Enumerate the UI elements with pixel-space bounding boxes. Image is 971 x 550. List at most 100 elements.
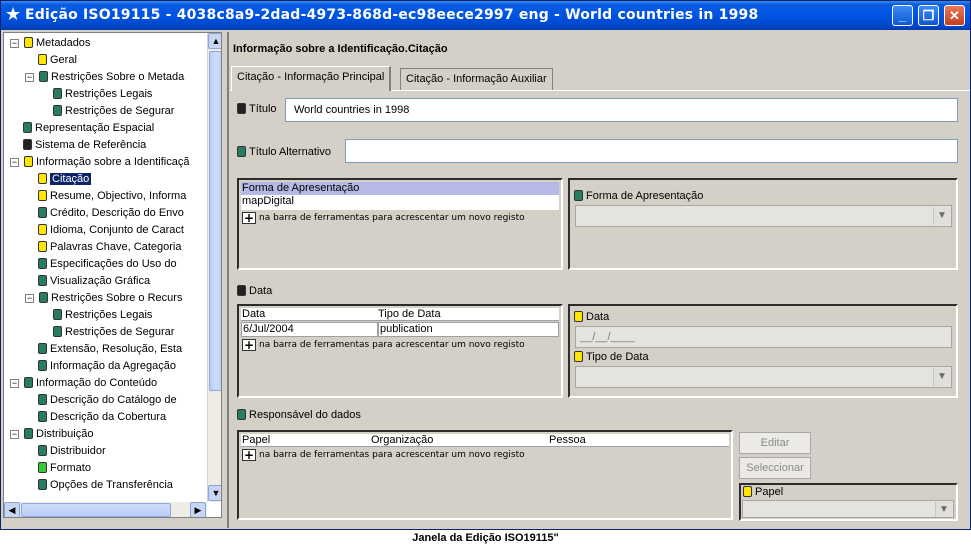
collapse-icon[interactable]: −	[25, 73, 34, 82]
node-status-icon	[38, 207, 47, 218]
tree-item[interactable]: Informação da Agregação	[38, 358, 176, 375]
tree-item-label: Representação Espacial	[35, 122, 155, 134]
tab-citacao-auxiliar[interactable]: Citação - Informação Auxiliar	[400, 68, 553, 90]
collapse-icon[interactable]: −	[25, 294, 34, 303]
tree-item-label: Formato	[50, 462, 91, 474]
responsavel-column-headers: Papel Organização Pessoa	[241, 434, 729, 447]
data-list[interactable]: Data Tipo de Data 6/Jul/2004 publication…	[237, 304, 563, 398]
tree-item-label: Distribuição	[36, 428, 94, 440]
tree-item[interactable]: Especificações do Uso do	[38, 256, 177, 273]
collapse-icon[interactable]: −	[10, 379, 19, 388]
node-status-icon	[39, 292, 48, 303]
forma-detail: Forma de Apresentação ▼	[568, 178, 958, 270]
tree-item[interactable]: − Restrições Sobre o Metada	[25, 69, 184, 86]
collapse-icon[interactable]: −	[10, 158, 19, 167]
optional-icon	[237, 146, 246, 157]
tree-item-label: Restrições Sobre o Metada	[51, 71, 185, 83]
node-status-icon	[53, 88, 62, 99]
papel-select[interactable]: ▼	[742, 500, 954, 518]
tree-item[interactable]: Restrições Legais	[53, 307, 152, 324]
node-status-icon	[24, 428, 33, 439]
scroll-left-icon[interactable]: ◀	[4, 502, 20, 517]
tree-item[interactable]: − Restrições Sobre o Recurs	[25, 290, 182, 307]
tree-item[interactable]: Resume, Objectivo, Informa	[38, 188, 186, 205]
tree-item[interactable]: Restrições de Segurar	[53, 324, 174, 341]
forma-select[interactable]: ▼	[575, 205, 952, 227]
tree-item[interactable]: − Distribuição	[10, 426, 93, 443]
titulo-input[interactable]: World countries in 1998	[285, 98, 958, 122]
tree-item[interactable]: Extensão, Resolução, Esta	[38, 341, 182, 358]
close-button[interactable]: ✕	[944, 5, 965, 26]
maximize-button[interactable]: ❐	[918, 5, 939, 26]
tree-item[interactable]: Crédito, Descrição do Envo	[38, 205, 184, 222]
node-status-icon	[38, 462, 47, 473]
tree-item[interactable]: Idioma, Conjunto de Caract	[38, 222, 184, 239]
scroll-up-icon[interactable]: ▲	[208, 33, 221, 49]
tipo-data-select[interactable]: ▼	[575, 366, 952, 388]
tree-item[interactable]: Citação	[38, 171, 93, 188]
tab-citacao-principal[interactable]: Citação - Informação Principal	[231, 66, 392, 91]
mandatory-icon	[237, 285, 246, 296]
tree-item[interactable]: Distribuidor	[38, 443, 106, 460]
tree-item[interactable]: − Informação sobre a Identificaçã	[10, 154, 189, 171]
tree-horizontal-scrollbar[interactable]: ◀ ▶	[4, 502, 207, 517]
data-section-label: Data	[237, 285, 272, 297]
tree-item[interactable]: Formato	[38, 460, 91, 477]
tree-item[interactable]: Palavras Chave, Categoria	[38, 239, 181, 256]
editar-button[interactable]: Editar	[739, 432, 811, 454]
conditional-icon	[574, 311, 583, 322]
tree-item[interactable]: Descrição do Catálogo de	[38, 392, 177, 409]
node-status-icon	[38, 343, 47, 354]
tree-item[interactable]: Restrições Legais	[53, 86, 152, 103]
add-record-icon: +	[242, 211, 256, 225]
forma-add-hint: + na barra de ferramentas para acrescenta…	[242, 211, 525, 225]
scroll-thumb[interactable]	[209, 51, 221, 391]
conditional-icon	[743, 486, 752, 497]
titulo-alternativo-input[interactable]	[345, 139, 958, 163]
tree-item[interactable]: Representação Espacial	[23, 120, 154, 137]
tree-item-label: Visualização Gráfica	[50, 275, 151, 287]
chevron-down-icon[interactable]: ▼	[933, 368, 950, 386]
papel-detail: Papel ▼	[739, 483, 958, 521]
forma-detail-label: Forma de Apresentação	[574, 190, 703, 202]
seleccionar-button[interactable]: Seleccionar	[739, 457, 811, 479]
scroll-down-icon[interactable]: ▼	[208, 485, 221, 501]
tree-vertical-scrollbar[interactable]: ▲ ▼	[207, 33, 221, 502]
node-status-icon	[38, 190, 47, 201]
horizontal-scroll-thumb[interactable]	[21, 503, 171, 517]
tree-item[interactable]: Opções de Transferência	[38, 477, 173, 494]
chevron-down-icon[interactable]: ▼	[933, 207, 950, 225]
collapse-icon[interactable]: −	[10, 39, 19, 48]
tree-item-label: Informação do Conteúdo	[36, 377, 158, 389]
minimize-button[interactable]: _	[892, 5, 913, 26]
tree-item-label: Restrições de Segurar	[65, 326, 175, 338]
node-status-icon	[38, 258, 47, 269]
tree-item[interactable]: Geral	[38, 52, 77, 69]
tree-item-label: Geral	[50, 54, 77, 66]
tree-item[interactable]: Sistema de Referência	[23, 137, 146, 154]
forma-row[interactable]: mapDigital	[241, 195, 559, 210]
scroll-right-icon[interactable]: ▶	[190, 502, 206, 517]
titulo-label: Título	[237, 103, 277, 115]
tree-item[interactable]: − Metadados	[10, 35, 90, 52]
node-status-icon	[24, 156, 33, 167]
tree-item-label: Restrições Sobre o Recurs	[51, 292, 183, 304]
date-input[interactable]: __/__/____	[575, 326, 952, 348]
node-status-icon	[38, 411, 47, 422]
tree-item[interactable]: Descrição da Cobertura	[38, 409, 166, 426]
node-status-icon	[38, 394, 47, 405]
tree-item[interactable]: Visualização Gráfica	[38, 273, 150, 290]
tree-item-label: Crédito, Descrição do Envo	[50, 207, 184, 219]
tree-item-label: Resume, Objectivo, Informa	[50, 190, 187, 202]
tree-item[interactable]: Restrições de Segurar	[53, 103, 174, 120]
app-star-icon: ★	[5, 4, 22, 24]
tree-item[interactable]: − Informação do Conteúdo	[10, 375, 157, 392]
forma-list[interactable]: Forma de Apresentação mapDigital + na bar…	[237, 178, 563, 270]
chevron-down-icon[interactable]: ▼	[935, 502, 952, 517]
title-bar[interactable]: ★ Edição ISO19115 - 4038c8a9-2dad-4973-8…	[1, 1, 970, 30]
tree-item-label: Palavras Chave, Categoria	[50, 241, 182, 253]
data-row-date[interactable]: 6/Jul/2004	[241, 322, 378, 337]
data-row-type[interactable]: publication	[378, 322, 559, 337]
responsavel-list[interactable]: Papel Organização Pessoa + na barra de fe…	[237, 430, 733, 520]
collapse-icon[interactable]: −	[10, 430, 19, 439]
